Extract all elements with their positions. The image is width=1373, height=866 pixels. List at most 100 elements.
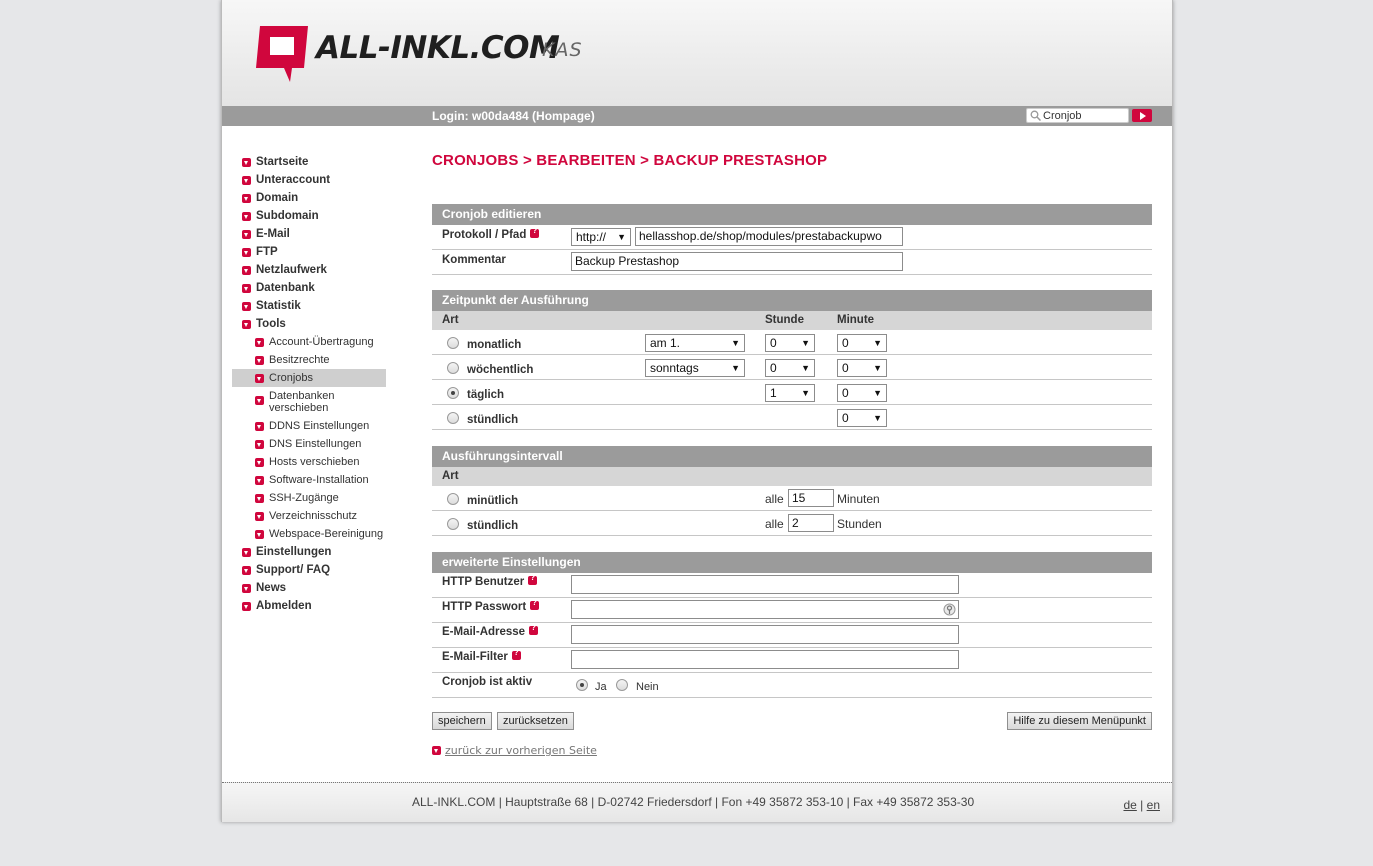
nav-bullet-icon	[255, 396, 264, 405]
protocol-select[interactable]: http://▼	[571, 228, 631, 246]
hourly-unit: Stunden	[837, 517, 882, 531]
sidebar-item-ssh[interactable]: SSH-Zugänge	[232, 489, 386, 507]
section-heading-advanced: erweiterte Einstellungen	[432, 552, 1152, 573]
nav-bullet-icon	[255, 512, 264, 521]
radio-weekly[interactable]	[447, 362, 459, 374]
help-icon[interactable]	[511, 648, 521, 660]
monthly-minute-select[interactable]: 0 ▼	[837, 334, 887, 352]
help-icon[interactable]	[530, 226, 540, 238]
http-pass-row: HTTP Passwort	[432, 598, 1152, 623]
sidebar-item-support[interactable]: Support/ FAQ	[232, 561, 386, 579]
hourly-value-input[interactable]: 2	[788, 514, 834, 532]
sidebar-item-einstellungen[interactable]: Einstellungen	[232, 543, 386, 561]
protocol-label: Protokoll / Pfad	[442, 226, 540, 241]
password-key-icon[interactable]	[943, 603, 956, 616]
footer-address: ALL-INKL.COM | Hauptstraße 68 | D-02742 …	[412, 795, 975, 809]
help-icon[interactable]	[529, 623, 539, 635]
search-input[interactable]	[1043, 109, 1127, 122]
radio-monthly[interactable]	[447, 337, 459, 349]
monthly-hour-select[interactable]: 0 ▼	[765, 334, 815, 352]
sidebar-item-startseite[interactable]: Startseite	[232, 153, 386, 171]
http-pass-input[interactable]	[571, 600, 959, 619]
sidebar-item-verzeichnisschutz[interactable]: Verzeichnisschutz	[232, 507, 386, 525]
logo-subtitle: KAS	[542, 39, 583, 61]
radio-daily[interactable]	[447, 387, 459, 399]
nav-bullet-icon	[255, 530, 264, 539]
nav-bullet-icon	[242, 230, 251, 239]
sidebar-item-besitzrechte[interactable]: Besitzrechte	[232, 351, 386, 369]
comment-input[interactable]: Backup Prestashop	[571, 252, 903, 271]
logo[interactable]: ALL-INKL.COM KAS	[254, 22, 614, 92]
protocol-row: Protokoll / Pfad http://▼ hellasshop.de/…	[432, 225, 1152, 250]
sidebar-item-domain[interactable]: Domain	[232, 189, 386, 207]
page-wrapper: ALL-INKL.COM KAS Login: w00da484 (Hompag…	[221, 0, 1173, 822]
sidebar-item-datenbank[interactable]: Datenbank	[232, 279, 386, 297]
sidebar-item-datenbanken-verschieben[interactable]: Datenbanken verschieben	[232, 387, 386, 417]
page-title: CRONJOBS > BEARBEITEN > BACKUP PRESTASHO…	[432, 152, 828, 169]
sidebar-item-tools[interactable]: Tools	[232, 315, 386, 333]
nav-bullet-icon	[255, 476, 264, 485]
sidebar-nav: Startseite Unteraccount Domain Subdomain…	[232, 153, 386, 615]
nav-bullet-icon	[242, 194, 251, 203]
daily-hour-select[interactable]: 1 ▼	[765, 384, 815, 402]
email-filter-input[interactable]	[571, 650, 959, 669]
reset-button[interactable]: zurücksetzen	[497, 712, 574, 730]
sidebar-item-ddns[interactable]: DDNS Einstellungen	[232, 417, 386, 435]
sidebar-item-webspace[interactable]: Webspace-Bereinigung	[232, 525, 386, 543]
sidebar-item-unteraccount[interactable]: Unteraccount	[232, 171, 386, 189]
radio-hourly[interactable]	[447, 412, 459, 424]
nav-bullet-icon	[255, 422, 264, 431]
weekly-label: wöchentlich	[467, 364, 534, 376]
daily-minute-select[interactable]: 0 ▼	[837, 384, 887, 402]
hourly-label: stündlich	[467, 414, 519, 426]
interval-columns-header: Art	[432, 467, 1152, 486]
nav-bullet-icon	[255, 338, 264, 347]
sidebar-item-news[interactable]: News	[232, 579, 386, 597]
top-bar: Login: w00da484 (Hompage)	[222, 106, 1172, 126]
sidebar-item-subdomain[interactable]: Subdomain	[232, 207, 386, 225]
lang-de-link[interactable]: de	[1123, 798, 1136, 812]
radio-minutely[interactable]	[447, 493, 459, 505]
nav-bullet-icon	[242, 158, 251, 167]
sidebar-item-dns[interactable]: DNS Einstellungen	[232, 435, 386, 453]
weekly-hour-select[interactable]: 0 ▼	[765, 359, 815, 377]
col-minute: Minute	[837, 314, 875, 326]
sidebar-item-ftp[interactable]: FTP	[232, 243, 386, 261]
chevron-down-icon: ▼	[873, 338, 882, 348]
sidebar-item-software[interactable]: Software-Installation	[232, 471, 386, 489]
sidebar-item-abmelden[interactable]: Abmelden	[232, 597, 386, 615]
search-submit-button[interactable]	[1132, 109, 1152, 122]
radio-interval-hourly[interactable]	[447, 518, 459, 530]
save-button[interactable]: speichern	[432, 712, 492, 730]
weekly-day-select[interactable]: sonntags ▼	[645, 359, 745, 377]
nav-bullet-icon	[242, 584, 251, 593]
chevron-down-icon: ▼	[801, 338, 810, 348]
chevron-down-icon: ▼	[873, 388, 882, 398]
nav-bullet-icon	[242, 320, 251, 329]
sidebar-item-cronjobs[interactable]: Cronjobs	[232, 369, 386, 387]
minutely-value-input[interactable]: 15	[788, 489, 834, 507]
nav-bullet-icon	[242, 566, 251, 575]
http-user-input[interactable]	[571, 575, 959, 594]
interval-row-hourly: stündlich alle 2 Stunden	[432, 511, 1152, 536]
monthly-day-select[interactable]: am 1. ▼	[645, 334, 745, 352]
help-button[interactable]: Hilfe zu diesem Menüpunkt	[1007, 712, 1152, 730]
sidebar-item-email[interactable]: E-Mail	[232, 225, 386, 243]
help-icon[interactable]	[528, 573, 538, 585]
email-input[interactable]	[571, 625, 959, 644]
back-link[interactable]: zurück zur vorherigen Seite	[432, 744, 597, 757]
sidebar-item-statistik[interactable]: Statistik	[232, 297, 386, 315]
weekly-minute-select[interactable]: 0 ▼	[837, 359, 887, 377]
lang-en-link[interactable]: en	[1147, 798, 1160, 812]
help-icon[interactable]	[530, 598, 540, 610]
chevron-down-icon: ▼	[617, 232, 626, 242]
sidebar-item-hosts[interactable]: Hosts verschieben	[232, 453, 386, 471]
hourly-minute-select[interactable]: 0 ▼	[837, 409, 887, 427]
sidebar-item-account-uebertragung[interactable]: Account-Übertragung	[232, 333, 386, 351]
path-input[interactable]: hellasshop.de/shop/modules/prestabackupw…	[635, 227, 903, 246]
radio-active-no[interactable]	[616, 679, 628, 691]
nav-bullet-icon	[242, 212, 251, 221]
radio-active-yes[interactable]	[576, 679, 588, 691]
sidebar-item-netzlaufwerk[interactable]: Netzlaufwerk	[232, 261, 386, 279]
nav-bullet-icon	[255, 356, 264, 365]
